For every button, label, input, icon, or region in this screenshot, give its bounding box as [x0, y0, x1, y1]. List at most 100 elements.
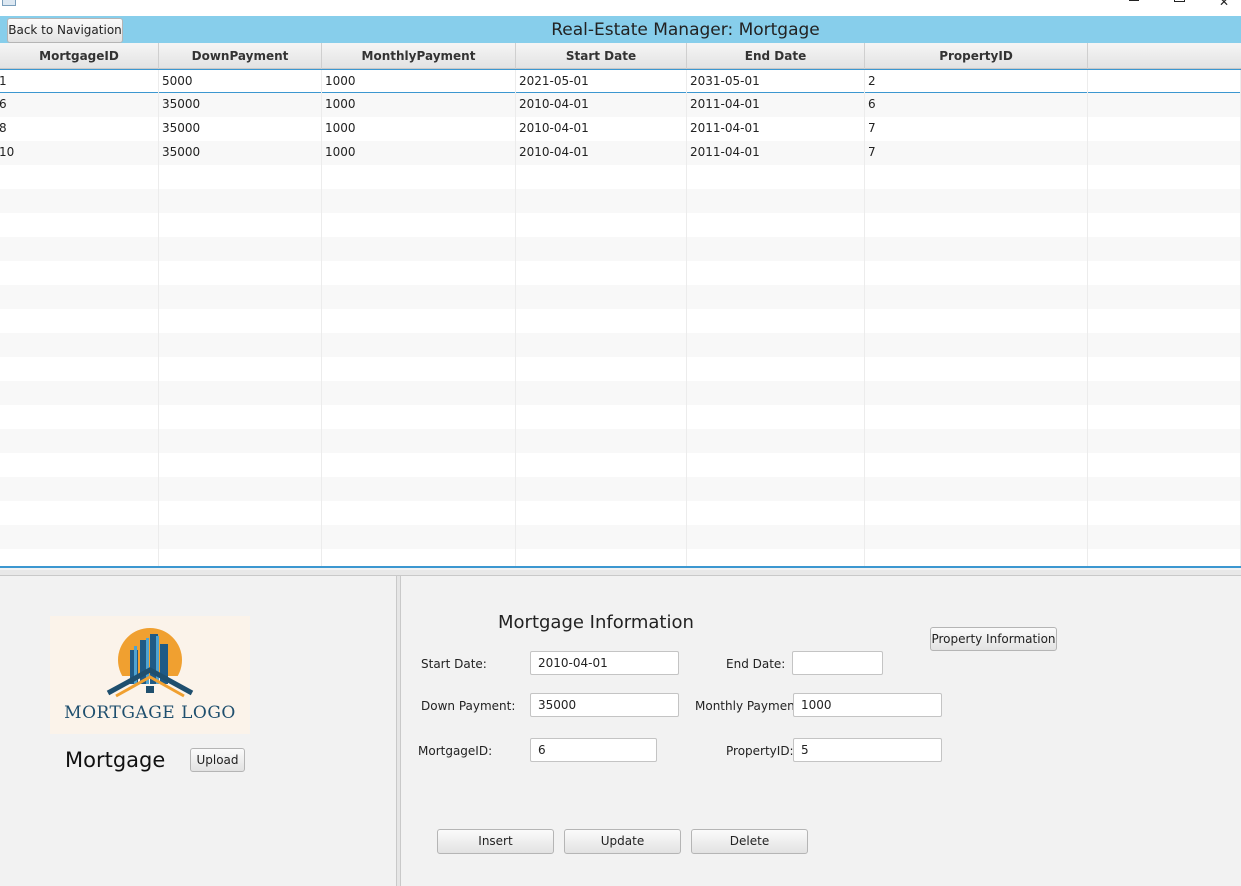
table-cell: 35000 [159, 117, 322, 141]
table-cell [159, 453, 322, 477]
monthly-payment-label: Monthly Payment: [695, 699, 804, 713]
table-cell [516, 285, 687, 309]
table-cell: 35000 [159, 141, 322, 165]
column-header-propertyid[interactable]: PropertyID [865, 43, 1088, 69]
upload-button[interactable]: Upload [190, 748, 245, 772]
table-cell [322, 477, 516, 501]
table-row[interactable]: 10 35000 1000 2010-04-01 2011-04-01 7 [0, 141, 1241, 165]
table-row-empty[interactable] [0, 213, 1241, 237]
column-header-downpayment[interactable]: DownPayment [159, 43, 322, 69]
table-cell: 1000 [322, 141, 516, 165]
table-cell [865, 165, 1088, 189]
table-row-empty[interactable] [0, 429, 1241, 453]
table-cell [865, 549, 1088, 566]
table-row-empty[interactable] [0, 285, 1241, 309]
table-cell [687, 501, 865, 525]
insert-button[interactable]: Insert [437, 829, 554, 854]
down-payment-label: Down Payment: [421, 699, 516, 713]
table-row-empty[interactable] [0, 405, 1241, 429]
table-row-empty[interactable] [0, 501, 1241, 525]
table-cell [865, 213, 1088, 237]
table-cell [687, 549, 865, 566]
table-cell [322, 525, 516, 549]
table-row-empty[interactable] [0, 261, 1241, 285]
end-date-label: End Date: [726, 657, 786, 671]
table-row-empty[interactable] [0, 453, 1241, 477]
table-cell [1088, 429, 1241, 453]
property-information-button[interactable]: Property Information [930, 627, 1057, 651]
monthly-payment-field[interactable]: 1000 [793, 693, 942, 717]
table-cell: 2010-04-01 [516, 117, 687, 141]
table-cell: 7 [865, 117, 1088, 141]
table-row-empty[interactable] [0, 237, 1241, 261]
table-cell [1088, 453, 1241, 477]
table-cell [1088, 333, 1241, 357]
table-cell: 8 [0, 117, 159, 141]
property-id-label: PropertyID: [726, 744, 794, 758]
update-button[interactable]: Update [564, 829, 681, 854]
table-cell [322, 453, 516, 477]
table-cell [159, 189, 322, 213]
table-cell [516, 237, 687, 261]
table-cell: 2011-04-01 [687, 117, 865, 141]
table-row-empty[interactable] [0, 309, 1241, 333]
table-cell [687, 333, 865, 357]
table-row[interactable]: 1500010002021-05-012031-05-012 [0, 69, 1241, 94]
table-row-empty[interactable] [0, 381, 1241, 405]
table-cell: 1000 [322, 70, 516, 94]
table-cell [0, 477, 159, 501]
table-row-empty[interactable] [0, 357, 1241, 381]
table-cell [0, 189, 159, 213]
table-row-empty[interactable] [0, 525, 1241, 549]
table-cell [322, 429, 516, 453]
table-cell: 5000 [159, 70, 322, 94]
table-row[interactable]: 63500010002010-04-012011-04-016 [0, 93, 1241, 117]
delete-button[interactable]: Delete [691, 829, 808, 854]
table-cell [0, 453, 159, 477]
table-cell [159, 525, 322, 549]
start-date-field[interactable]: 2010-04-01 [530, 651, 679, 675]
mortgage-table[interactable]: MortgageID DownPayment MonthlyPayment St… [0, 43, 1241, 568]
table-row-empty[interactable] [0, 333, 1241, 357]
table-cell [687, 261, 865, 285]
down-payment-field[interactable]: 35000 [530, 693, 679, 717]
table-cell [159, 309, 322, 333]
end-date-field[interactable] [792, 651, 883, 675]
split-divider-vertical[interactable] [396, 576, 401, 886]
column-header-end-date[interactable]: End Date [687, 43, 865, 69]
table-header: MortgageID DownPayment MonthlyPayment St… [0, 43, 1241, 69]
table-row-empty[interactable] [0, 189, 1241, 213]
table-cell: 7 [865, 141, 1088, 165]
table-row-empty[interactable] [0, 549, 1241, 566]
table-cell [687, 477, 865, 501]
table-row-empty[interactable] [0, 165, 1241, 189]
table-cell [1088, 285, 1241, 309]
table-cell [322, 405, 516, 429]
table-cell [322, 357, 516, 381]
column-header-mortgageid[interactable]: MortgageID [0, 43, 159, 69]
table-cell [1088, 141, 1241, 165]
maximize-icon[interactable] [1172, 0, 1186, 8]
table-cell [516, 189, 687, 213]
table-cell [159, 285, 322, 309]
table-cell [0, 261, 159, 285]
table-row[interactable]: 83500010002010-04-012011-04-017 [0, 117, 1241, 141]
table-cell: 1 [0, 70, 159, 94]
table-cell [687, 285, 865, 309]
table-cell [687, 429, 865, 453]
table-cell: 2011-04-01 [687, 93, 865, 117]
table-cell [516, 309, 687, 333]
property-id-field[interactable]: 5 [793, 738, 942, 762]
column-header-monthlypayment[interactable]: MonthlyPayment [322, 43, 516, 69]
table-row-empty[interactable] [0, 477, 1241, 501]
minimize-icon[interactable] [1127, 0, 1141, 8]
column-header-start-date[interactable]: Start Date [516, 43, 687, 69]
back-to-navigation-button[interactable]: Back to Navigation [7, 18, 123, 43]
table-cell [865, 261, 1088, 285]
close-icon[interactable]: ✕ [1217, 0, 1231, 8]
table-cell [865, 285, 1088, 309]
mortgage-id-field[interactable]: 6 [530, 738, 657, 762]
table-cell [516, 429, 687, 453]
table-cell [159, 501, 322, 525]
table-cell [159, 237, 322, 261]
